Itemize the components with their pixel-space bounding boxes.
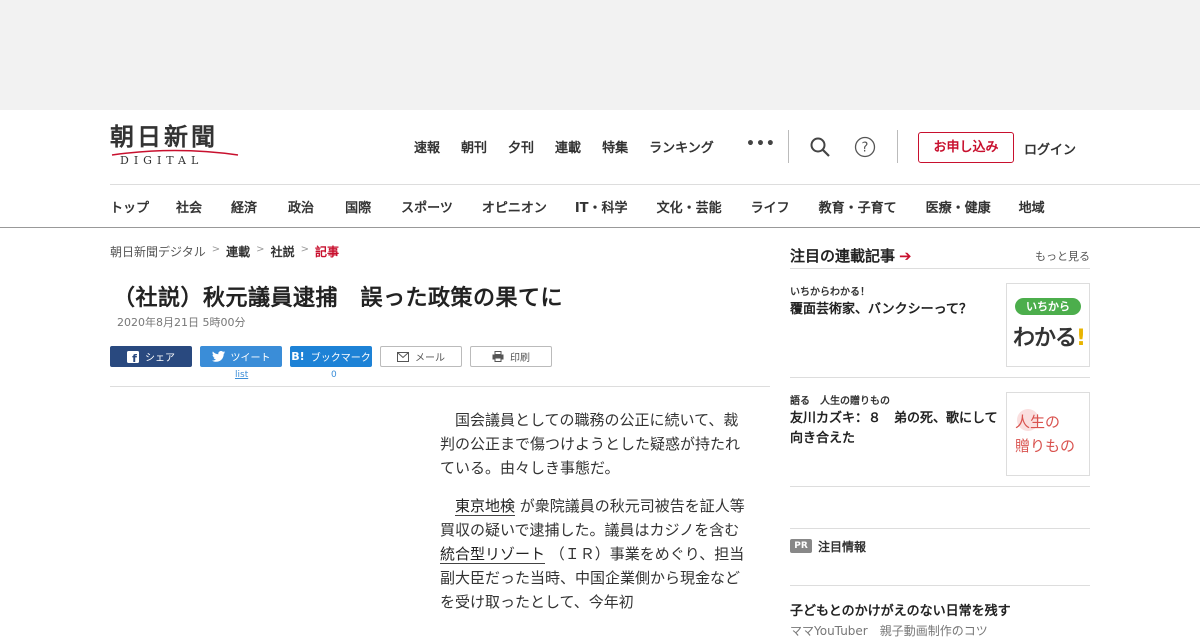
svg-text:f: f <box>132 352 137 363</box>
sidebar-item-thumbnail[interactable]: 人生の 贈りもの <box>1006 392 1090 476</box>
breadcrumb: 朝日新聞デジタル > 連載 > 社説 > 記事 <box>110 243 339 260</box>
cat-top[interactable]: トップ <box>110 197 149 216</box>
pr-headline[interactable]: 子どもとのかけがえのない日常を残す <box>790 600 1011 619</box>
hatena-b-icon: B! <box>291 350 305 363</box>
sidebar-item-category: いちからわかる！ <box>790 287 870 298</box>
subscribe-button[interactable]: お申し込み <box>918 132 1014 163</box>
facebook-icon: f <box>127 350 139 363</box>
divider <box>788 130 789 163</box>
site-logo[interactable]: 朝日新聞 DIGITAL <box>110 124 240 168</box>
twitter-share-button[interactable]: ツイート <box>200 346 282 367</box>
topnav-rensai[interactable]: 連載 <box>555 137 581 156</box>
cat-it-science[interactable]: IT・科学 <box>575 197 628 216</box>
hatena-bookmark-label: ブックマーク <box>310 353 371 364</box>
article-date: 2020年8月21日 5時00分 <box>117 316 246 329</box>
article-title: （社説）秋元議員逮捕 誤った政策の果てに <box>113 286 564 311</box>
thumb-title-text: わかる <box>1013 326 1077 351</box>
cat-politics[interactable]: 政治 <box>288 197 314 216</box>
cat-culture[interactable]: 文化・芸能 <box>657 197 722 216</box>
topnav-choukan[interactable]: 朝刊 <box>461 137 487 156</box>
cat-health[interactable]: 医療・健康 <box>926 197 991 216</box>
site-header: 朝日新聞 DIGITAL 速報 朝刊 夕刊 連載 特集 ランキング ••• ? … <box>0 110 1200 228</box>
sidebar: 注目の連載記事 ➔ もっと見る いちからわかる！ 覆面芸術家、バンクシーって？ い… <box>790 243 1090 487</box>
cat-opinion[interactable]: オピニオン <box>482 197 547 216</box>
twitter-share-label: ツイート <box>230 353 271 364</box>
search-icon[interactable] <box>809 136 831 158</box>
sidebar-item[interactable]: 語る 人生の贈りもの 友川カズキ：８ 弟の死、歌にして向き合えた 人生の 贈りも… <box>790 378 1090 487</box>
mail-share-button[interactable]: メール <box>380 346 462 367</box>
breadcrumb-series[interactable]: 連載 <box>226 243 250 260</box>
hatena-bookmark-button[interactable]: B! ブックマーク <box>290 346 372 367</box>
sidebar-item-thumbnail[interactable]: いちから わかる! <box>1006 283 1090 367</box>
printer-icon <box>492 351 504 362</box>
pr-subtext[interactable]: ママYouTuber 親子動画制作のコツ <box>790 622 988 639</box>
breadcrumb-separator: > <box>300 244 309 255</box>
hatena-count: 0 <box>331 370 337 380</box>
sidebar-item-category: 語る 人生の贈りもの <box>790 396 890 407</box>
arrow-right-icon: ➔ <box>899 247 912 265</box>
mail-icon <box>397 351 409 362</box>
breadcrumb-separator: > <box>211 244 221 255</box>
breadcrumb-separator: > <box>256 244 265 255</box>
sidebar-header: 注目の連載記事 ➔ もっと見る <box>790 243 1090 269</box>
exclamation-icon: ! <box>1076 326 1086 351</box>
thumb-title-line2: 贈りもの <box>1015 437 1076 455</box>
pr-label: 注目情報 <box>818 540 867 554</box>
see-more-link[interactable]: もっと見る <box>1035 248 1090 264</box>
more-menu-icon[interactable]: ••• <box>746 136 776 152</box>
thumb-title-line1: 人生の <box>1015 413 1061 431</box>
cat-life[interactable]: ライフ <box>751 197 790 216</box>
sidebar-item-headline[interactable]: 覆面芸術家、バンクシーって？ <box>790 300 1000 320</box>
topnav-tokushu[interactable]: 特集 <box>602 137 628 156</box>
article-body: 国会議員としての職務の公正に続いて、裁判の公正まで傷つけようとした疑惑が持たれて… <box>440 408 750 628</box>
svg-text:?: ? <box>862 141 869 156</box>
topnav-yukan[interactable]: 夕刊 <box>508 137 534 156</box>
cat-region[interactable]: 地域 <box>1019 197 1045 216</box>
cat-sports[interactable]: スポーツ <box>401 197 453 216</box>
topnav-ranking[interactable]: ランキング <box>649 137 714 156</box>
logo-subtitle: DIGITAL <box>120 154 204 167</box>
login-link[interactable]: ログイン <box>1024 139 1076 158</box>
thumb-badge: いちから <box>1015 298 1081 315</box>
breadcrumb-home[interactable]: 朝日新聞デジタル <box>110 243 206 260</box>
article-divider <box>110 386 770 387</box>
ir-resort-link[interactable]: 統合型リゾート <box>440 545 546 564</box>
facebook-share-button[interactable]: f シェア <box>110 346 192 367</box>
thumb-title: わかる! <box>1013 320 1086 352</box>
sidebar-title-link[interactable]: 注目の連載記事 ➔ <box>790 245 912 266</box>
pr-section: PR 注目情報 <box>790 528 1090 586</box>
divider <box>897 130 898 163</box>
cat-international[interactable]: 国際 <box>345 197 371 216</box>
top-nav: 速報 朝刊 夕刊 連載 特集 ランキング <box>414 137 735 156</box>
logo-wordmark: 朝日新聞 <box>110 122 218 151</box>
facebook-share-label: シェア <box>145 353 175 364</box>
tokyo-prosecutors-link[interactable]: 東京地検 <box>455 497 516 516</box>
header-divider <box>110 184 1200 185</box>
article-paragraph: 東京地検 が衆院議員の秋元司被告を証人等買収の疑いで逮捕した。議員はカジノを含む… <box>440 494 750 614</box>
cat-education[interactable]: 教育・子育て <box>819 197 897 216</box>
print-label: 印刷 <box>510 353 530 364</box>
topnav-sokuho[interactable]: 速報 <box>414 137 440 156</box>
cat-economy[interactable]: 経済 <box>231 197 257 216</box>
print-button[interactable]: 印刷 <box>470 346 552 367</box>
article-paragraph: 国会議員としての職務の公正に続いて、裁判の公正まで傷つけようとした疑惑が持たれて… <box>440 411 741 477</box>
sidebar-item[interactable]: いちからわかる！ 覆面芸術家、バンクシーって？ いちから わかる! <box>790 269 1090 378</box>
twitter-bird-icon <box>211 351 225 362</box>
breadcrumb-editorial[interactable]: 社説 <box>271 243 295 260</box>
ad-banner-area <box>0 0 1200 110</box>
sidebar-item-headline[interactable]: 友川カズキ：８ 弟の死、歌にして向き合えた <box>790 409 1000 449</box>
help-icon[interactable]: ? <box>854 136 876 158</box>
twitter-count[interactable]: list <box>235 370 248 380</box>
cat-society[interactable]: 社会 <box>176 197 202 216</box>
breadcrumb-current: 記事 <box>314 245 339 259</box>
pr-badge: PR <box>790 539 812 553</box>
category-nav: トップ 社会 経済 政治 国際 スポーツ オピニオン IT・科学 文化・芸能 ラ… <box>110 197 1045 216</box>
mail-share-label: メール <box>415 353 445 364</box>
sidebar-title: 注目の連載記事 <box>790 247 896 265</box>
